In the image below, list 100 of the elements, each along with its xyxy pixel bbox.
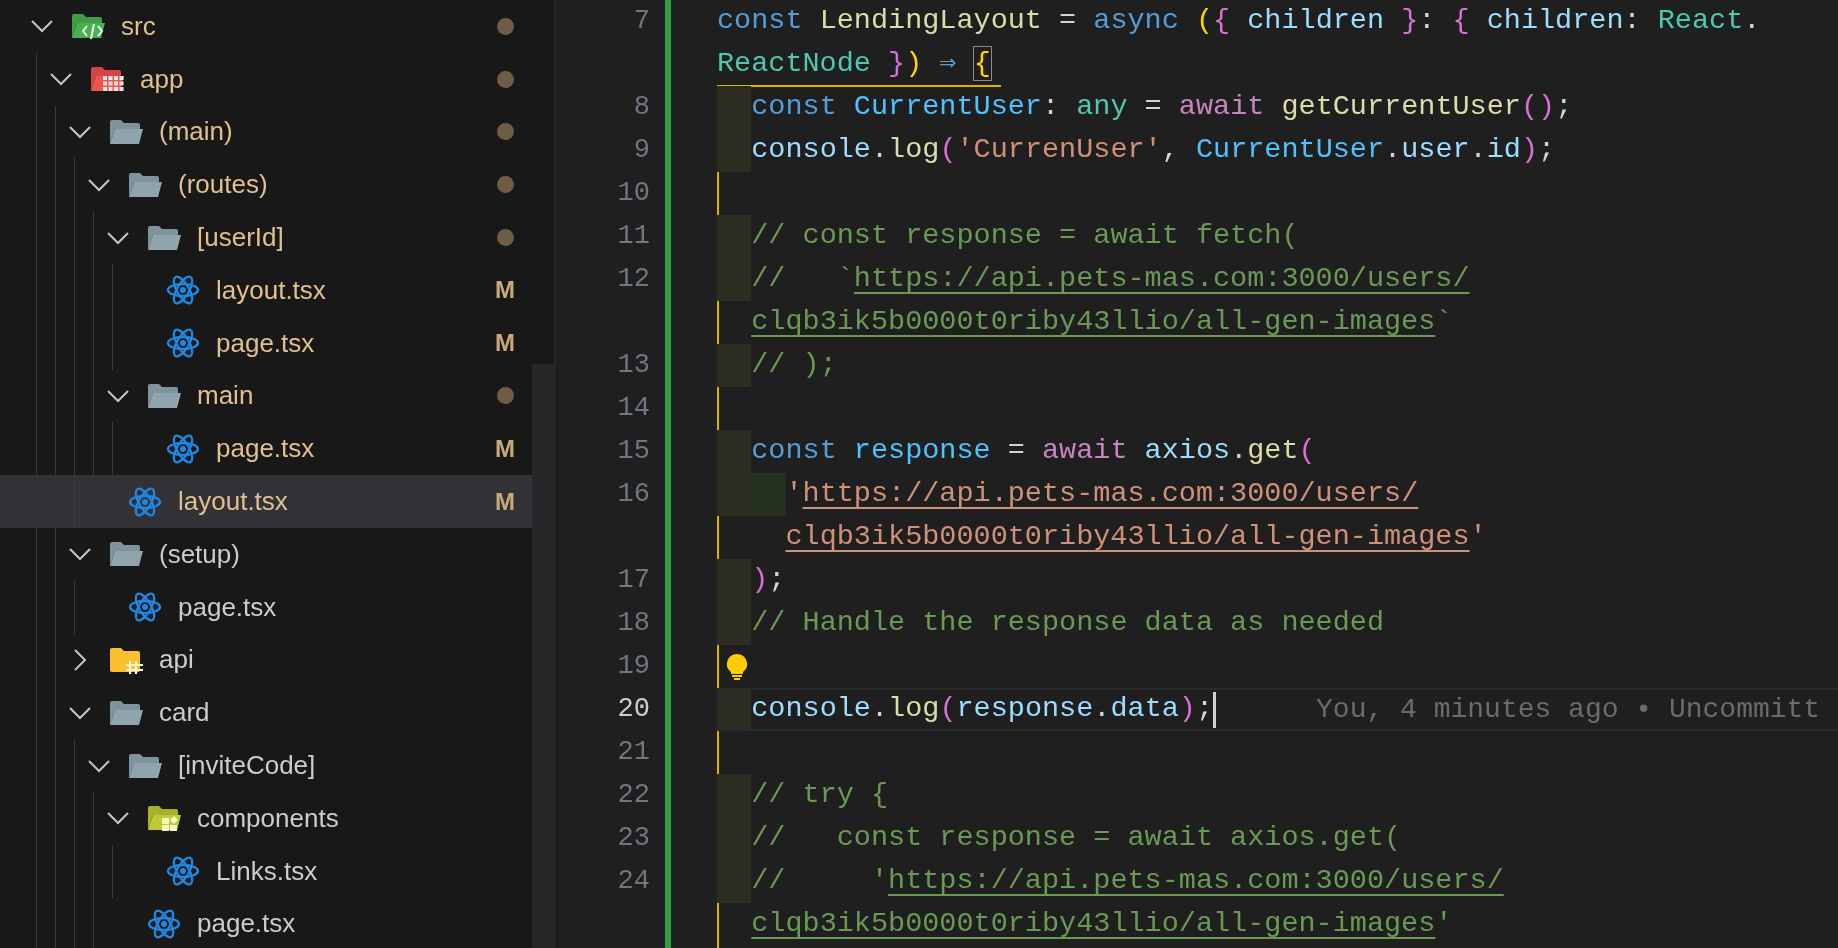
- folder-name: api: [159, 643, 195, 677]
- folder-name: (setup): [159, 537, 241, 571]
- tree-item[interactable]: [userId]: [0, 211, 532, 264]
- grid-folder-icon: [90, 65, 125, 94]
- line-number: 21: [617, 736, 650, 770]
- line-number: 20: [617, 693, 650, 727]
- folder-icon: [109, 118, 144, 146]
- folder-name: (routes): [178, 168, 269, 202]
- blocks-folder-icon: [147, 804, 182, 833]
- indent-highlight: [717, 473, 752, 516]
- atom-icon: [147, 908, 181, 939]
- tree-item[interactable]: (routes): [0, 158, 532, 212]
- chevron-down-icon[interactable]: [106, 811, 130, 826]
- tree-item[interactable]: layout.tsx M: [0, 475, 532, 528]
- line-number: 22: [617, 779, 650, 813]
- line-number: 15: [617, 435, 650, 469]
- tree-item[interactable]: components: [0, 791, 532, 845]
- folder-name: [inviteCode]: [178, 749, 317, 783]
- line-number: 24: [617, 865, 650, 899]
- code-line: );: [751, 562, 786, 599]
- atom-icon: [166, 275, 200, 306]
- indent-highlight: [717, 860, 752, 903]
- line-number: 19: [617, 650, 650, 684]
- code-line: // const response = await fetch(: [751, 218, 1299, 255]
- tree-item[interactable]: Links.tsx: [0, 844, 532, 898]
- code-line: const LendingLayout = async ({ children }: { children: React.: [717, 3, 1761, 40]
- code-line: clqb3ik5b0000t0riby43llio/all-gen-images': [751, 906, 1453, 943]
- line-number: 18: [617, 607, 650, 641]
- tree-item[interactable]: app: [0, 52, 532, 106]
- file-name: Links.tsx: [216, 854, 319, 888]
- line-number: 9: [633, 134, 650, 168]
- chevron-down-icon[interactable]: [49, 72, 73, 87]
- code-line: // Handle the response data as needed: [751, 605, 1385, 642]
- chevron-down-icon[interactable]: [68, 125, 92, 139]
- tree-item[interactable]: page.tsx: [0, 897, 532, 948]
- line-number: 11: [617, 220, 650, 254]
- chevron-right-icon[interactable]: [73, 647, 87, 672]
- git-status: M: [495, 433, 515, 464]
- tree-item[interactable]: layout.tsx M: [0, 264, 532, 317]
- line-number: 13: [617, 349, 650, 383]
- code-line: // `https://api.pets-mas.com:3000/users/: [751, 261, 1470, 298]
- code-line: // );: [751, 347, 837, 384]
- tree-item[interactable]: (setup): [0, 527, 532, 581]
- git-status: M: [495, 486, 515, 517]
- code-line: const response = await axios.get(: [751, 433, 1316, 470]
- folder-name: src: [121, 9, 157, 43]
- code-line: const CurrentUser: any = await getCurrentUser();: [751, 89, 1573, 126]
- code-line: clqb3ik5b0000t0riby43llio/all-gen-images`: [751, 304, 1453, 341]
- chevron-down-icon[interactable]: [106, 230, 130, 245]
- tree-item[interactable]: main: [0, 369, 532, 423]
- atom-icon: [128, 592, 162, 623]
- folder-name: (main): [159, 115, 234, 149]
- chevron-down-icon[interactable]: [87, 177, 111, 192]
- tree-item[interactable]: page.tsx M: [0, 316, 532, 370]
- folder-name: main: [197, 379, 255, 413]
- tree-item[interactable]: src: [0, 0, 532, 53]
- chevron-down-icon[interactable]: [87, 758, 111, 773]
- indent-highlight: [717, 344, 752, 387]
- code-line: 'https://api.pets-mas.com:3000/users/: [785, 476, 1419, 513]
- tree-item[interactable]: [inviteCode]: [0, 739, 532, 792]
- line-number: 7: [633, 5, 650, 39]
- indent-highlight: [717, 215, 752, 258]
- folder-icon: [128, 170, 163, 199]
- indent-highlight: [717, 774, 752, 817]
- file-name: layout.tsx: [178, 485, 289, 519]
- chevron-down-icon[interactable]: [68, 547, 92, 562]
- indent-highlight: [717, 129, 752, 172]
- tree-item[interactable]: card: [0, 686, 532, 740]
- folder-name: components: [197, 801, 340, 835]
- chevron-down-icon[interactable]: [106, 388, 130, 403]
- folder-icon: [128, 751, 163, 780]
- lightbulb-icon[interactable]: [726, 653, 748, 681]
- line-number: 17: [617, 564, 650, 598]
- indent-highlight: [717, 430, 752, 473]
- folder-icon: [147, 381, 182, 410]
- file-name: page.tsx: [216, 432, 316, 466]
- scrollbar-thumb[interactable]: [532, 364, 554, 948]
- indent-highlight: [717, 602, 752, 645]
- file-name: layout.tsx: [216, 273, 327, 307]
- chevron-down-icon[interactable]: [30, 19, 54, 34]
- atom-icon: [166, 433, 200, 464]
- code-line: // const response = await axios.get(: [751, 820, 1402, 857]
- line-number: 14: [617, 392, 650, 426]
- blame-annotation: You, 4 minutes ago • Uncommitt: [1316, 692, 1821, 727]
- git-status: M: [495, 328, 515, 359]
- code-line: clqb3ik5b0000t0riby43llio/all-gen-images': [785, 519, 1487, 556]
- chevron-down-icon[interactable]: [68, 705, 92, 720]
- tree-item[interactable]: page.tsx: [0, 580, 532, 634]
- line-number: 23: [617, 822, 650, 856]
- code-line: console.log('CurrenUser', CurrentUser.user.id);: [751, 132, 1556, 169]
- tree-item[interactable]: page.tsx M: [0, 422, 532, 476]
- code-line: // 'https://api.pets-mas.com:3000/users/: [751, 863, 1504, 900]
- atom-icon: [166, 328, 200, 359]
- hash-folder-icon: [109, 645, 144, 674]
- atom-icon: [128, 486, 162, 517]
- folder-name: [userId]: [197, 221, 285, 255]
- file-name: page.tsx: [216, 326, 316, 360]
- tree-item[interactable]: api: [0, 633, 532, 687]
- tree-item[interactable]: (main): [0, 105, 532, 159]
- line-number: 10: [617, 177, 650, 211]
